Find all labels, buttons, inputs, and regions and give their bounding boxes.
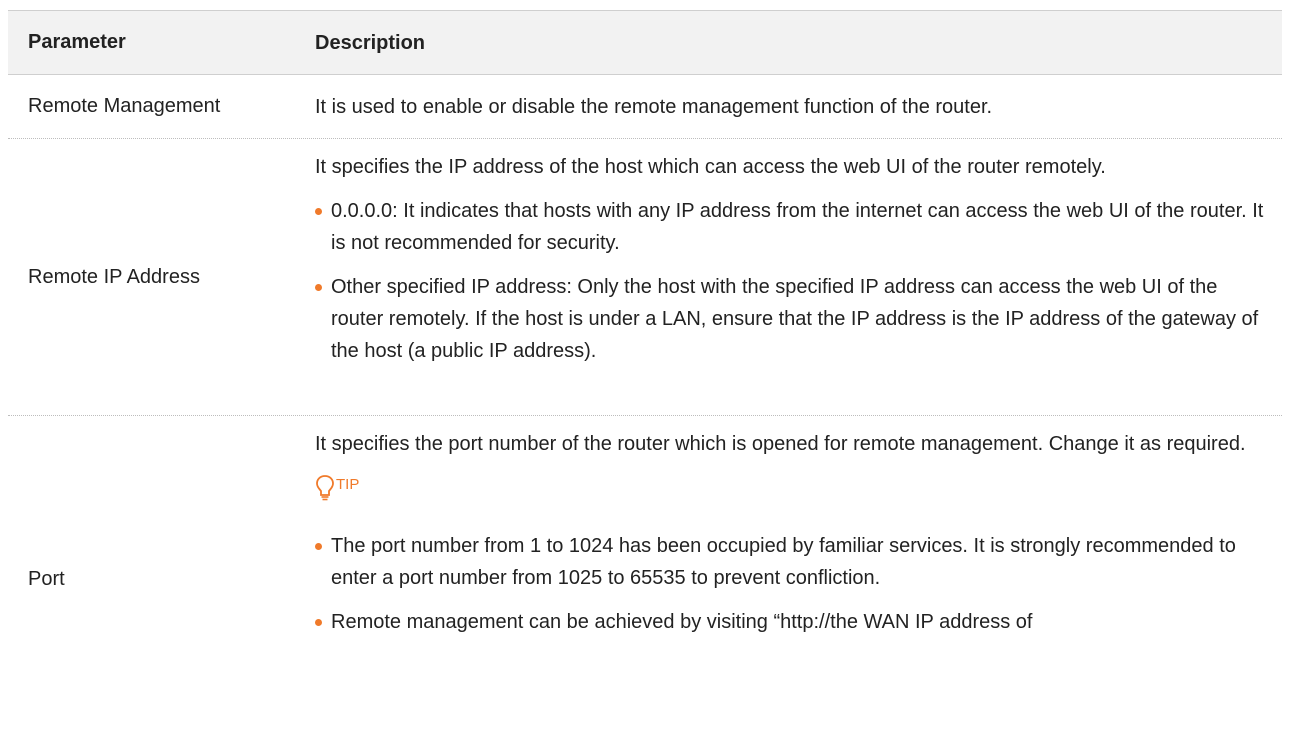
- tip-label: TIP: [336, 476, 360, 493]
- bullet-dot: [315, 208, 322, 215]
- param-port: Port: [28, 568, 65, 590]
- parameter-table: Parameter Description Remote Management …: [8, 10, 1282, 756]
- param-remote-management: Remote Management: [28, 95, 221, 117]
- bullet-text: Remote management can be achieved by vis…: [331, 611, 1033, 633]
- desc-port: It specifies the port number of the rout…: [304, 416, 1282, 756]
- desc-intro: It specifies the IP address of the host …: [315, 156, 1106, 178]
- list-item: 0.0.0.0: It indicates that hosts with an…: [315, 195, 1268, 259]
- bullet-dot: [315, 619, 322, 626]
- desc-intro: It specifies the port number of the rout…: [315, 433, 1246, 455]
- desc-remote-ip: It specifies the IP address of the host …: [304, 139, 1282, 415]
- list-item: Other specified IP address: Only the hos…: [315, 271, 1268, 367]
- bullet-text: 0.0.0.0: It indicates that hosts with an…: [331, 200, 1264, 254]
- bullet-dot: [315, 543, 322, 550]
- header-description: Description: [315, 31, 426, 54]
- tip-note: TIP: [315, 472, 1268, 502]
- list-item: The port number from 1 to 1024 has been …: [315, 530, 1268, 594]
- table-row: Port It specifies the port number of the…: [8, 416, 1282, 756]
- bullet-dot: [315, 284, 322, 291]
- table-row: Remote Management It is used to enable o…: [8, 75, 1282, 139]
- param-remote-ip: Remote IP Address: [28, 265, 200, 288]
- list-item: Remote management can be achieved by vis…: [315, 606, 1268, 638]
- bullet-text: Other specified IP address: Only the hos…: [331, 276, 1259, 362]
- bullet-text: The port number from 1 to 1024 has been …: [331, 535, 1236, 589]
- lightbulb-icon: [315, 474, 335, 502]
- table-row: Remote IP Address It specifies the IP ad…: [8, 139, 1282, 416]
- header-parameter: Parameter: [28, 31, 126, 53]
- table-header: Parameter Description: [8, 10, 1282, 75]
- desc-remote-management: It is used to enable or disable the remo…: [315, 95, 993, 118]
